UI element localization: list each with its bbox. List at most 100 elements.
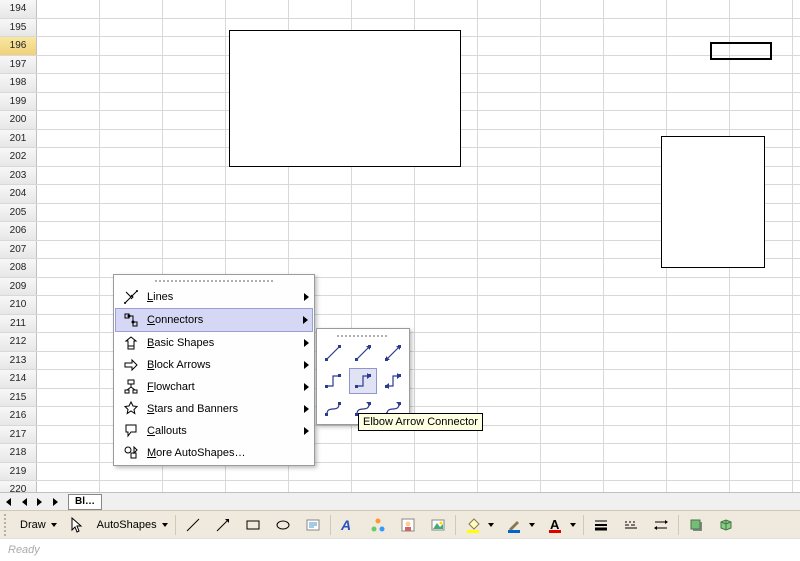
row-header[interactable]: 213	[0, 352, 37, 370]
shadow-button[interactable]	[682, 514, 710, 536]
row-header[interactable]: 195	[0, 19, 37, 37]
tab-nav-first[interactable]	[0, 494, 16, 510]
row-header[interactable]: 210	[0, 296, 37, 314]
connector-curved-connector[interactable]	[319, 396, 347, 422]
3d-button[interactable]	[712, 514, 740, 536]
row-header[interactable]: 220	[0, 481, 37, 492]
connector-elbow-double-arrow-connector[interactable]	[379, 368, 407, 394]
arrow-style-button[interactable]	[647, 514, 675, 536]
dash-style-button[interactable]	[617, 514, 645, 536]
menu-item-stars-and-banners[interactable]: Stars and Banners	[115, 398, 313, 420]
menu-item-label: Basic Shapes	[143, 337, 214, 349]
row-header[interactable]: 198	[0, 74, 37, 92]
line-color-button[interactable]	[500, 514, 539, 536]
oval-tool[interactable]	[269, 514, 297, 536]
submenu-arrow-icon	[304, 339, 309, 347]
row-header[interactable]: 214	[0, 370, 37, 388]
svg-text:A: A	[550, 517, 560, 532]
sheet-tab-bar[interactable]: Bl…	[0, 492, 800, 511]
line-tool[interactable]	[179, 514, 207, 536]
row-header[interactable]: 218	[0, 444, 37, 462]
drawn-rectangle[interactable]	[661, 136, 765, 268]
fill-color-button[interactable]	[459, 514, 498, 536]
menu-item-flowchart[interactable]: Flowchart	[115, 376, 313, 398]
menu-item-more-autoshapes[interactable]: More AutoShapes…	[115, 442, 313, 464]
row-header[interactable]: 205	[0, 204, 37, 222]
row-header[interactable]: 212	[0, 333, 37, 351]
row-header[interactable]: 217	[0, 426, 37, 444]
picture-button[interactable]	[424, 514, 452, 536]
arrow-tool[interactable]	[209, 514, 237, 536]
brush-icon	[504, 515, 524, 535]
row-header[interactable]: 215	[0, 389, 37, 407]
svg-text:A: A	[340, 517, 351, 533]
sheet-tab-active[interactable]: Bl…	[68, 494, 102, 510]
row-header[interactable]: 206	[0, 222, 37, 240]
connector-straight-connector[interactable]	[319, 340, 347, 366]
row-header[interactable]: 211	[0, 315, 37, 333]
palette-drag-handle[interactable]	[319, 331, 407, 340]
diagram-button[interactable]	[364, 514, 392, 536]
bucket-icon	[463, 515, 483, 535]
connector-straight-double-arrow-connector[interactable]	[379, 340, 407, 366]
drawn-rectangle[interactable]	[229, 30, 461, 167]
menu-icon	[119, 422, 143, 440]
pointer-icon	[67, 515, 87, 535]
rectangle-tool[interactable]	[239, 514, 267, 536]
connectors-palette[interactable]	[316, 328, 410, 425]
row-header[interactable]: 200	[0, 111, 37, 129]
font-color-button[interactable]: A	[541, 514, 580, 536]
clipart-button[interactable]	[394, 514, 422, 536]
picture-icon	[428, 515, 448, 535]
row-header[interactable]: 199	[0, 93, 37, 111]
row-header[interactable]: 203	[0, 167, 37, 185]
menu-item-lines[interactable]: Lines	[115, 286, 313, 308]
menu-item-label: Connectors	[143, 314, 203, 326]
submenu-arrow-icon	[304, 293, 309, 301]
menu-item-basic-shapes[interactable]: Basic Shapes	[115, 332, 313, 354]
row-header[interactable]: 207	[0, 241, 37, 259]
menu-icon	[119, 444, 143, 462]
row-header[interactable]: 209	[0, 278, 37, 296]
menu-icon	[119, 288, 143, 306]
toolbar-grip[interactable]	[4, 514, 11, 536]
drawing-toolbar[interactable]: Draw AutoShapes A A	[0, 510, 800, 539]
autoshapes-menu-button[interactable]: AutoShapes	[93, 514, 172, 536]
cell-selection-cursor	[710, 42, 772, 60]
draw-menu-button[interactable]: Draw	[16, 514, 61, 536]
select-objects-button[interactable]	[63, 514, 91, 536]
menu-icon	[119, 356, 143, 374]
connector-straight-arrow-connector[interactable]	[349, 340, 377, 366]
tab-nav-next[interactable]	[32, 494, 48, 510]
row-header[interactable]: 204	[0, 185, 37, 203]
menu-item-label: Stars and Banners	[143, 403, 238, 415]
row-header[interactable]: 216	[0, 407, 37, 425]
row-header[interactable]: 194	[0, 0, 37, 18]
tab-nav-prev[interactable]	[16, 494, 32, 510]
wordart-icon: A	[338, 515, 358, 535]
row-header[interactable]: 197	[0, 56, 37, 74]
row-header[interactable]: 208	[0, 259, 37, 277]
menu-item-callouts[interactable]: Callouts	[115, 420, 313, 442]
connector-elbow-arrow-connector[interactable]	[349, 368, 377, 394]
submenu-arrow-icon	[304, 383, 309, 391]
tab-nav-last[interactable]	[48, 494, 64, 510]
textbox-tool[interactable]	[299, 514, 327, 536]
menu-item-label: Flowchart	[143, 381, 195, 393]
connector-elbow-connector[interactable]	[319, 368, 347, 394]
arrowstyle-icon	[651, 515, 671, 535]
submenu-arrow-icon	[304, 405, 309, 413]
row-header[interactable]: 202	[0, 148, 37, 166]
row-header[interactable]: 201	[0, 130, 37, 148]
submenu-arrow-icon	[303, 316, 308, 324]
wordart-button[interactable]: A	[334, 514, 362, 536]
autoshapes-submenu[interactable]: Lines Connectors Basic Shapes Block Arrows F…	[113, 274, 315, 466]
menu-item-label: Lines	[143, 291, 173, 303]
menu-drag-handle[interactable]	[115, 276, 313, 286]
line-style-button[interactable]	[587, 514, 615, 536]
row-header[interactable]: 219	[0, 463, 37, 481]
menu-item-block-arrows[interactable]: Block Arrows	[115, 354, 313, 376]
menu-icon	[119, 311, 143, 329]
menu-item-connectors[interactable]: Connectors	[115, 308, 313, 332]
row-header[interactable]: 196	[0, 37, 37, 55]
